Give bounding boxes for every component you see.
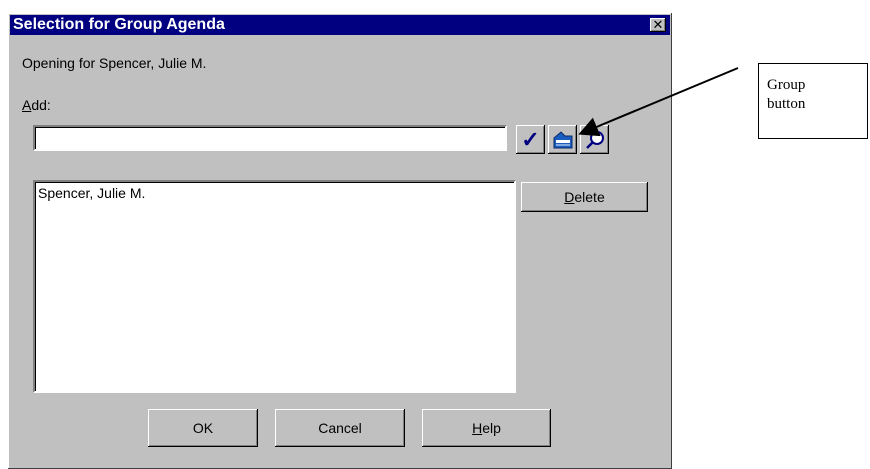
add-label-rest: dd: — [31, 97, 51, 113]
group-icon — [553, 130, 572, 148]
opening-for-text: Opening for Spencer, Julie M. — [22, 55, 207, 71]
ok-label: OK — [192, 420, 214, 436]
dialog-window: Selection for Group Agenda ✕ Opening for… — [8, 13, 672, 469]
cancel-button[interactable]: Cancel — [275, 409, 405, 447]
checkmark-icon: ✓ — [521, 126, 540, 152]
add-input[interactable] — [33, 125, 507, 151]
delete-label-rest: elete — [574, 189, 605, 205]
callout-text-line2: button — [767, 96, 806, 112]
close-button[interactable]: ✕ — [650, 18, 666, 32]
dialog-title: Selection for Group Agenda — [13, 16, 225, 33]
cancel-label: Cancel — [318, 420, 362, 436]
selection-listbox[interactable]: Spencer, Julie M. — [33, 180, 516, 393]
callout-text-line1: Group — [767, 77, 806, 93]
group-button[interactable] — [548, 125, 577, 154]
delete-mnemonic: D — [564, 189, 575, 205]
ok-button[interactable]: OK — [148, 409, 258, 447]
close-icon: ✕ — [652, 17, 664, 32]
find-button[interactable] — [580, 125, 609, 154]
accept-button[interactable]: ✓ — [516, 125, 545, 154]
add-label: Add: — [22, 97, 51, 113]
callout-box: Group button — [758, 63, 868, 139]
help-mnemonic: H — [472, 420, 483, 436]
dialog-titlebar[interactable]: Selection for Group Agenda ✕ — [10, 15, 670, 35]
help-button[interactable]: Help — [422, 409, 551, 447]
list-item[interactable]: Spencer, Julie M. — [35, 182, 514, 201]
magnifier-icon — [585, 130, 604, 149]
help-label-rest: elp — [482, 420, 501, 436]
add-input-value — [35, 127, 38, 143]
add-label-mnemonic: A — [22, 97, 32, 113]
delete-button[interactable]: Delete — [521, 182, 648, 212]
